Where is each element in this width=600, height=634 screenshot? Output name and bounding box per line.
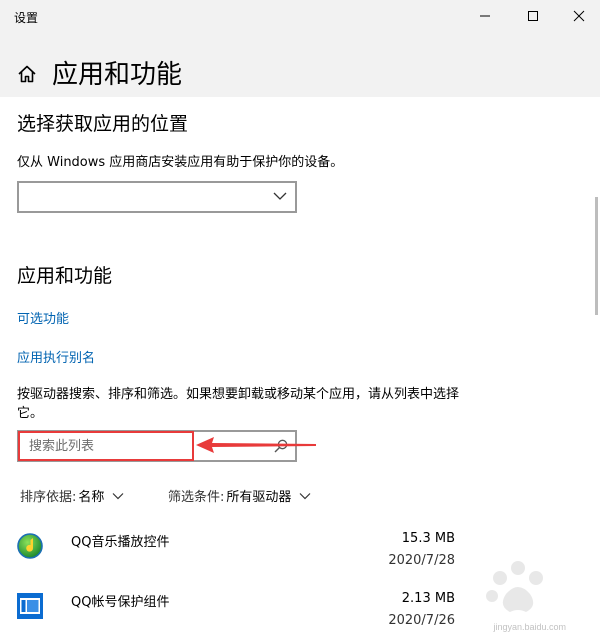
chevron-down-icon — [112, 492, 124, 499]
search-icon — [274, 439, 288, 453]
search-input[interactable] — [19, 432, 259, 460]
close-icon — [573, 10, 585, 22]
home-button[interactable] — [16, 63, 38, 85]
app-list-item[interactable]: QQ音乐播放控件 15.3 MB 2020/7/28 — [0, 524, 600, 580]
optional-features-link[interactable]: 可选功能 — [17, 308, 69, 327]
scrollbar[interactable] — [595, 197, 598, 315]
apps-section-heading: 应用和功能 — [17, 265, 113, 287]
app-size: 15.3 MB — [401, 531, 455, 546]
app-name: QQ帐号保护组件 — [71, 595, 170, 610]
chevron-down-icon — [273, 192, 287, 200]
app-date: 2020/7/28 — [388, 553, 455, 568]
page-title: 应用和功能 — [52, 60, 183, 90]
qq-account-protect-icon — [17, 593, 43, 619]
chevron-down-icon — [299, 492, 311, 499]
home-icon — [18, 65, 36, 83]
content-area: 选择获取应用的位置 仅从 Windows 应用商店安装应用有助于保护你的设备。 … — [0, 97, 600, 634]
search-box — [17, 430, 297, 462]
app-execution-alias-link[interactable]: 应用执行别名 — [17, 347, 95, 366]
filter-dropdown[interactable]: 筛选条件: 所有驱动器 — [168, 486, 311, 505]
app-name: QQ音乐播放控件 — [71, 535, 170, 550]
watermark-text: jingyan.baidu.com — [493, 622, 566, 632]
sort-dropdown[interactable]: 排序依据: 名称 — [20, 486, 124, 505]
filter-label: 筛选条件: — [168, 490, 225, 505]
app-date: 2020/7/26 — [388, 613, 455, 628]
location-section-heading: 选择获取应用的位置 — [17, 113, 189, 135]
maximize-button[interactable] — [510, 0, 556, 32]
sort-value: 名称 — [78, 490, 105, 505]
app-size: 2.13 MB — [401, 591, 455, 606]
app-source-dropdown[interactable] — [17, 181, 297, 213]
settings-window: 设置 应用和功能 选择获取应用的位置 仅从 Windows 应用商店安装应用有助… — [0, 0, 600, 634]
minimize-button[interactable] — [462, 0, 508, 32]
sort-label: 排序依据: — [20, 490, 77, 505]
qq-music-icon — [17, 533, 43, 559]
window-title: 设置 — [14, 11, 39, 25]
title-bar: 设置 应用和功能 — [0, 0, 600, 97]
close-button[interactable] — [556, 0, 600, 32]
minimize-icon — [480, 15, 490, 17]
search-description: 按驱动器搜索、排序和筛选。如果想要卸载或移动某个应用，请从列表中选择它。 — [17, 387, 460, 421]
filter-value: 所有驱动器 — [226, 490, 292, 505]
location-description: 仅从 Windows 应用商店安装应用有助于保护你的设备。 — [17, 155, 344, 170]
maximize-icon — [528, 11, 538, 21]
